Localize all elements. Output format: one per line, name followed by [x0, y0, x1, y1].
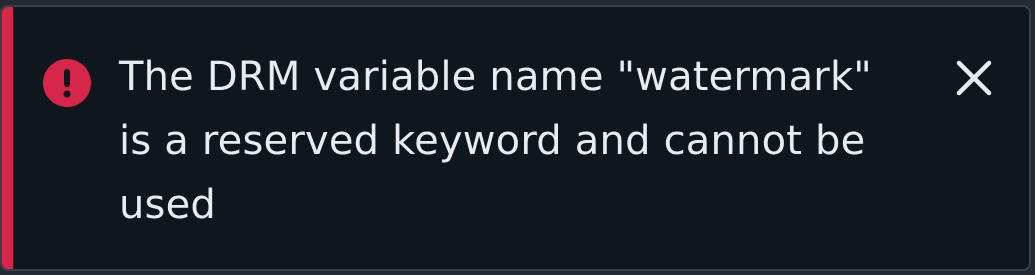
- toast-message: The DRM variable name "watermark" is a r…: [119, 54, 872, 228]
- error-toast: The DRM variable name "watermark" is a r…: [0, 5, 1031, 271]
- close-icon[interactable]: [950, 54, 998, 102]
- alert-circle-icon: [43, 59, 91, 107]
- error-accent-bar: [2, 7, 13, 269]
